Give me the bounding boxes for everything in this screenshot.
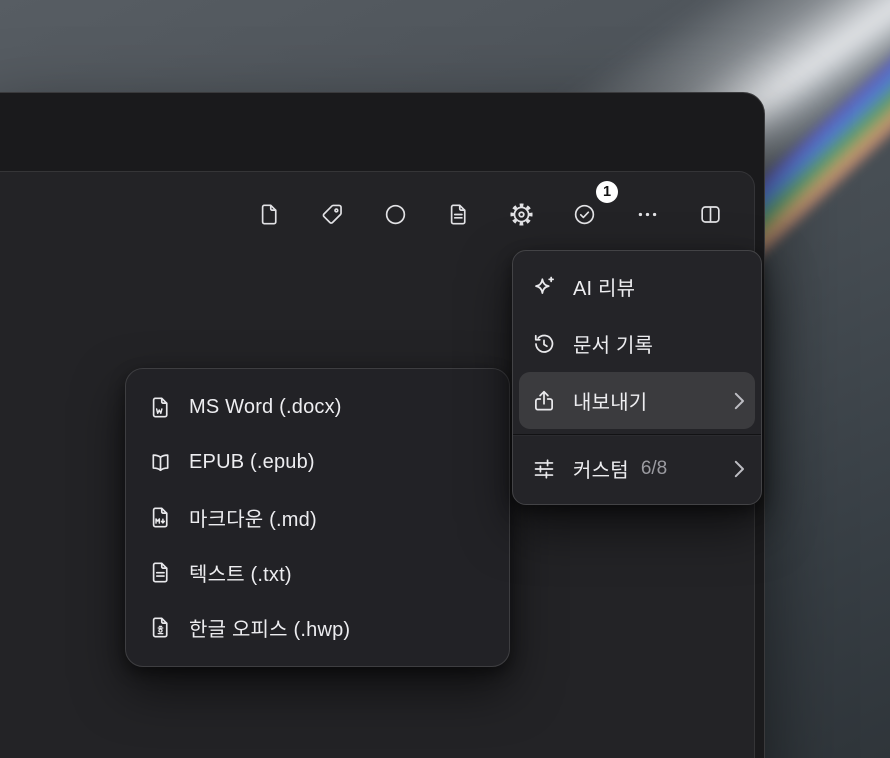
circle-icon — [383, 202, 408, 227]
submenu-item-label: EPUB (.epub) — [189, 451, 315, 474]
screen: 1 — [0, 0, 890, 758]
window-titlebar — [0, 93, 764, 171]
record-circle-button[interactable] — [383, 202, 408, 227]
split-view-button[interactable] — [698, 202, 723, 227]
menu-item-label: AI 리뷰 — [573, 272, 635, 301]
menu-item-label: 커스텀 — [573, 454, 629, 483]
sliders-icon — [531, 456, 557, 482]
menu-item-label: 내보내기 — [573, 386, 647, 415]
tag-button[interactable] — [320, 202, 345, 227]
file-hangul-icon — [148, 615, 173, 640]
document-icon — [446, 202, 471, 227]
menu-item-export[interactable]: 내보내기 — [519, 372, 755, 429]
more-options-button[interactable] — [635, 202, 660, 227]
menu-item-custom[interactable]: 커스텀 6/8 — [519, 440, 755, 497]
document-button[interactable] — [446, 202, 471, 227]
ellipsis-icon — [635, 202, 660, 227]
new-file-button[interactable] — [257, 202, 282, 227]
book-open-icon — [148, 450, 173, 475]
ai-sparkle-icon — [531, 274, 557, 300]
submenu-item-label: 마크다운 (.md) — [189, 503, 317, 532]
check-circle-icon — [572, 202, 597, 227]
menu-divider — [513, 434, 761, 435]
menu-item-label: 문서 기록 — [573, 329, 653, 358]
chevron-right-icon — [734, 460, 745, 478]
split-view-icon — [698, 202, 723, 227]
custom-count: 6/8 — [641, 458, 667, 480]
gear-icon — [509, 202, 534, 227]
settings-button[interactable] — [509, 202, 534, 227]
menu-item-ai-review[interactable]: AI 리뷰 — [519, 258, 755, 315]
chevron-right-icon — [734, 392, 745, 410]
submenu-item-epub[interactable]: EPUB (.epub) — [135, 435, 500, 490]
submenu-item-text[interactable]: 텍스트 (.txt) — [135, 545, 500, 600]
file-markdown-icon — [148, 505, 173, 530]
export-upload-icon — [531, 388, 557, 414]
tag-icon — [320, 202, 345, 227]
submenu-item-hangul-office[interactable]: 한글 오피스 (.hwp) — [135, 600, 500, 655]
menu-item-document-history[interactable]: 문서 기록 — [519, 315, 755, 372]
submenu-item-markdown[interactable]: 마크다운 (.md) — [135, 490, 500, 545]
file-text-icon — [148, 560, 173, 585]
submenu-item-label: 한글 오피스 (.hwp) — [189, 613, 350, 642]
history-clock-icon — [531, 331, 557, 357]
file-word-icon — [148, 395, 173, 420]
new-file-icon — [257, 202, 282, 227]
submenu-item-ms-word[interactable]: MS Word (.docx) — [135, 380, 500, 435]
submenu-item-label: MS Word (.docx) — [189, 396, 342, 419]
toolbar: 1 — [0, 172, 754, 256]
export-submenu: MS Word (.docx) EPUB (.epub) 마크다운 (. — [125, 368, 510, 667]
notification-badge: 1 — [596, 181, 618, 203]
overflow-menu: AI 리뷰 문서 기록 내보내기 — [512, 250, 762, 505]
tasks-check-button[interactable]: 1 — [572, 202, 597, 227]
submenu-item-label: 텍스트 (.txt) — [189, 558, 292, 587]
